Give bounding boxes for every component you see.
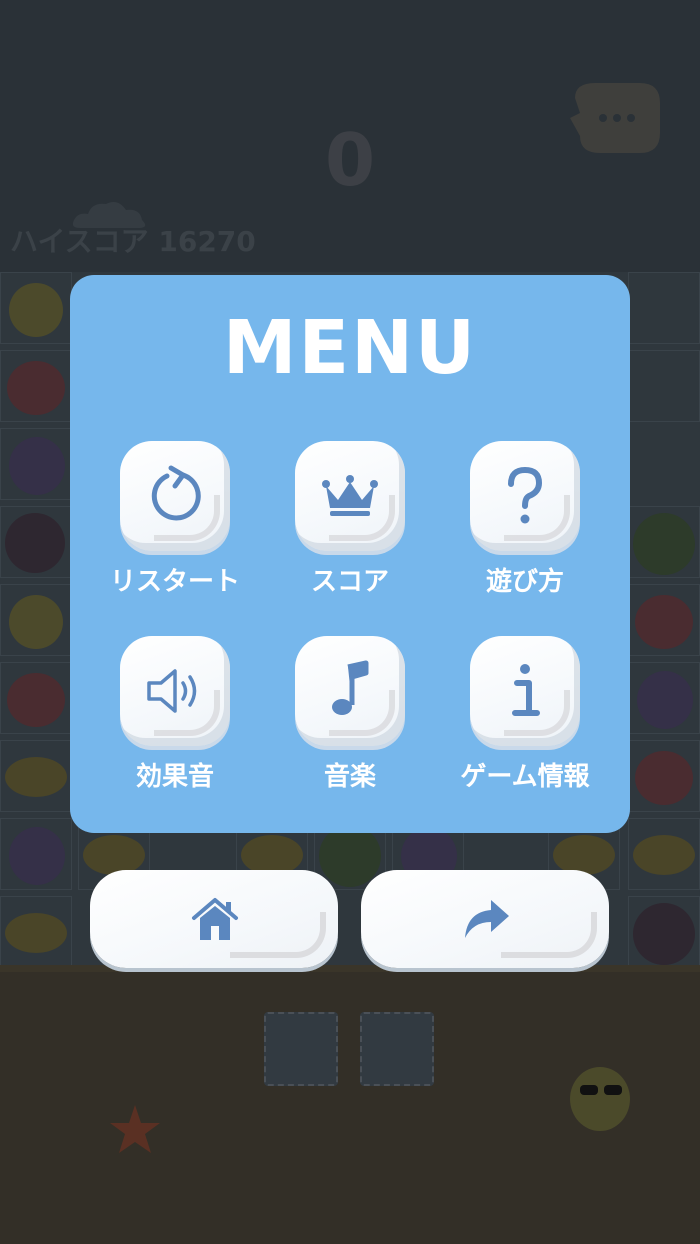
sound-effects-label: 効果音 [135,762,214,792]
highscore-label: ハイスコア 16270 [10,225,256,258]
home-button[interactable] [90,870,338,968]
menu-item-restart[interactable]: リスタート [87,441,263,611]
score-label: スコア [310,567,389,597]
share-icon [465,900,509,938]
sound-effects-button[interactable] [120,636,230,746]
crown-icon [322,475,378,516]
starfish-icon [110,1105,160,1153]
menu-title: MENU [222,305,478,391]
score-button[interactable] [295,441,405,551]
music-button[interactable] [295,636,405,746]
game-info-button[interactable] [470,636,580,746]
menu-item-music[interactable]: 音楽 [262,636,438,806]
speaker-icon [147,669,197,713]
score-display: 0 [324,118,376,202]
menu-item-sound-effects[interactable]: 効果音 [87,636,263,806]
tray-slot [360,1012,434,1086]
restart-icon [151,465,201,521]
menu-item-howto[interactable]: 遊び方 [437,441,613,611]
game-info-label: ゲーム情報 [460,762,590,792]
restart-button[interactable] [120,441,230,551]
howto-button[interactable] [470,441,580,551]
sunglasses-fruit-icon [570,1067,630,1131]
share-button[interactable] [361,870,609,968]
restart-label: リスタート [109,567,240,597]
music-label: 音楽 [323,762,376,792]
music-note-icon [332,660,369,715]
tray-slot [264,1012,338,1086]
menu-panel: MENU リスタート スコア 遊び方 効果音 音楽 ゲーム情報 [70,275,630,833]
info-icon [512,664,540,716]
home-icon [192,898,238,940]
howto-label: 遊び方 [485,567,564,597]
menu-item-game-info[interactable]: ゲーム情報 [437,636,613,806]
menu-item-score[interactable]: スコア [262,441,438,611]
question-icon [508,466,543,524]
